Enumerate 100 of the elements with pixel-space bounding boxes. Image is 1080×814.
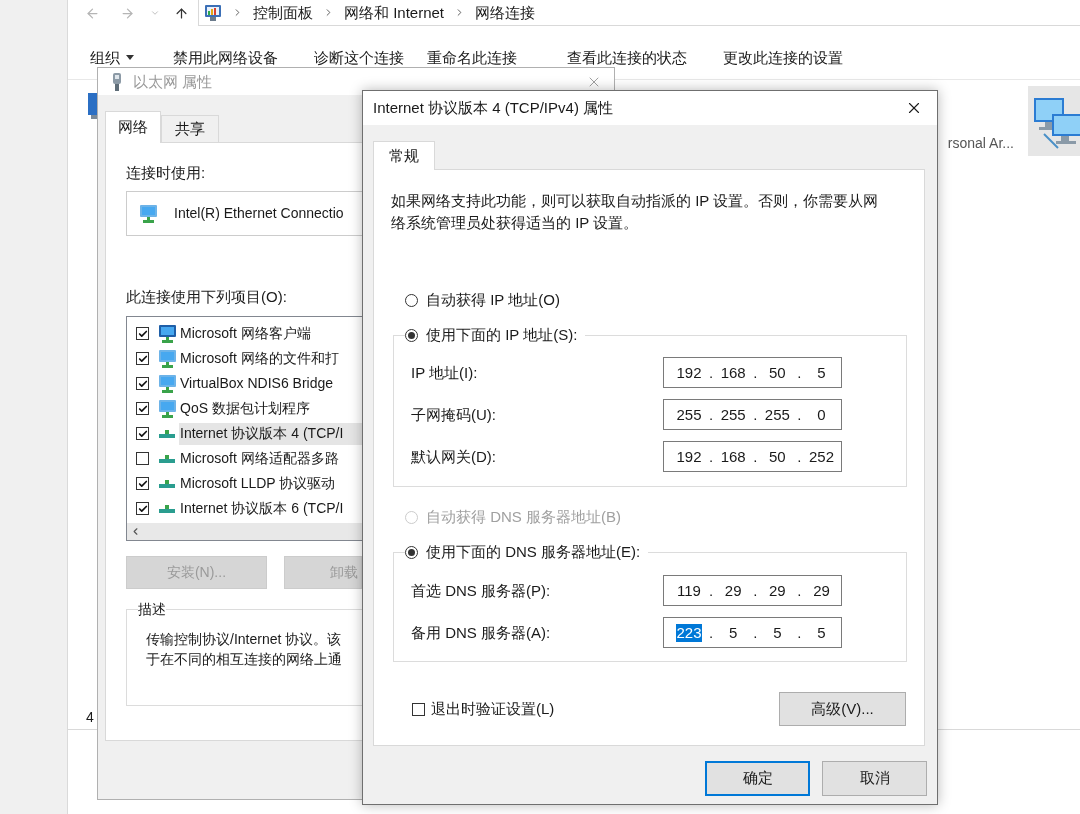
ip-address-field[interactable]: 192 . 168 . 50 . 5 <box>663 357 842 388</box>
tab[interactable]: 常规 <box>373 141 435 170</box>
dot-separator: . <box>753 581 758 600</box>
checkmark-icon <box>137 478 148 489</box>
dot-separator: . <box>797 363 802 382</box>
dot-separator: . <box>709 363 714 382</box>
ip-address-field[interactable]: 119 . 29 . 29 . 29 <box>663 575 842 606</box>
breadcrumb-link[interactable]: 网络连接 <box>475 3 536 22</box>
connection-name: rsonal Ar... <box>947 135 1014 152</box>
field-label: 默认网关(D): <box>411 447 497 466</box>
monitor-icon <box>157 323 177 344</box>
octet-text: 255 <box>720 405 746 424</box>
checkbox[interactable] <box>136 377 149 390</box>
breadcrumb-link[interactable]: 网络和 Internet <box>344 3 445 22</box>
dot-separator: . <box>753 447 758 466</box>
checkmark-icon <box>137 378 148 389</box>
monitor-icon <box>138 203 158 224</box>
dot-separator: . <box>797 623 802 642</box>
toolbar-button[interactable]: 重命名此连接 <box>427 49 517 66</box>
dot-separator: . <box>753 405 758 424</box>
toolbar-button[interactable]: 禁用此网络设备 <box>173 49 278 66</box>
octet-text: 29 <box>813 581 830 600</box>
dot-separator: . <box>797 405 802 424</box>
field-label: 首选 DNS 服务器(P): <box>411 581 552 600</box>
octet-text: 255 <box>676 405 702 424</box>
field-label: IP 地址(I): <box>411 363 479 382</box>
control-panel-icon <box>204 3 222 22</box>
ip-address-field[interactable]: 223 . 5 . 5 . 5 <box>663 617 842 648</box>
list-item[interactable]: Microsoft 网络客户端 <box>179 322 362 345</box>
list-item[interactable]: Microsoft 网络的文件和打 <box>179 347 362 370</box>
toolbar-button[interactable]: 组织 <box>90 49 134 66</box>
ip-address-field[interactable]: 255 . 255 . 255 . 0 <box>663 399 842 430</box>
monitor-icon <box>157 348 177 369</box>
octet-text: 5 <box>817 363 826 382</box>
dialog-button[interactable]: 确定 <box>705 761 810 796</box>
radio-button[interactable] <box>405 328 418 342</box>
octet-text: 168 <box>720 363 746 382</box>
monitor-icon <box>157 373 177 394</box>
toolbar-button[interactable]: 诊断这个连接 <box>314 49 404 66</box>
toolbar-button[interactable]: 更改此连接的设置 <box>723 49 843 66</box>
ip-address-field[interactable]: 192 . 168 . 50 . 252 <box>663 441 842 472</box>
list-item[interactable]: Internet 协议版本 6 (TCP/I <box>179 497 362 520</box>
list-item[interactable]: Internet 协议版本 4 (TCP/I <box>179 422 362 445</box>
radio-button[interactable] <box>405 545 418 559</box>
radio-button[interactable] <box>405 293 418 307</box>
checkbox[interactable] <box>136 402 149 415</box>
tab[interactable]: 网络 <box>105 111 161 143</box>
list-item[interactable]: QoS 数据包计划程序 <box>179 397 362 420</box>
checkbox[interactable] <box>136 427 149 440</box>
monitor-icon <box>157 398 177 419</box>
checkbox[interactable] <box>136 502 149 515</box>
checkbox[interactable] <box>136 327 149 340</box>
connector-icon <box>112 72 122 91</box>
breadcrumb-link[interactable]: 控制面板 <box>253 3 313 22</box>
checkbox[interactable] <box>136 452 149 465</box>
dot-separator: . <box>797 447 802 466</box>
tab[interactable]: 共享 <box>161 115 219 142</box>
octet-text: 192 <box>676 447 702 466</box>
octet-text: 252 <box>809 447 835 466</box>
list-item[interactable]: Microsoft LLDP 协议驱动 <box>179 472 362 495</box>
field-label: 备用 DNS 服务器(A): <box>411 623 552 642</box>
list-item[interactable]: VirtualBox NDIS6 Bridge <box>179 372 362 395</box>
instructions-text: 如果网络支持此功能，则可以获取自动指派的 IP 设置。否则，你需要从网络系统管理员处获得适当的 IP 设置。 <box>391 191 880 233</box>
octet-text: 29 <box>724 581 742 600</box>
octet-text: 50 <box>769 363 786 382</box>
dot-separator: . <box>753 623 758 642</box>
network-computers-icon[interactable] <box>1028 86 1080 156</box>
octet-text: 223 <box>676 623 702 642</box>
status-text: 4 <box>86 709 94 726</box>
dot-separator: . <box>753 363 758 382</box>
octet-text: 168 <box>720 447 746 466</box>
dot-separator: . <box>709 581 714 600</box>
advanced-button[interactable]: 高级(V)... <box>779 692 906 726</box>
horizontal-scrollbar[interactable] <box>127 523 362 540</box>
checkmark-icon <box>137 328 148 339</box>
field-label: 子网掩码(U): <box>411 405 497 424</box>
toolbar-button[interactable]: 查看此连接的状态 <box>567 49 687 66</box>
network-port-icon <box>159 504 175 513</box>
octet-text: 29 <box>769 581 786 600</box>
octet-text: 192 <box>676 363 702 382</box>
checkmark-icon <box>137 503 148 514</box>
checkbox[interactable] <box>412 702 425 716</box>
octet-text: 5 <box>729 623 738 642</box>
network-port-icon <box>159 479 175 488</box>
address-bar[interactable]: 控制面板 网络和 Internet 网络连接 <box>198 0 1080 26</box>
network-port-icon <box>159 454 175 463</box>
up-icon[interactable] <box>174 5 189 21</box>
radio-label[interactable]: 自动获得 IP 地址(O) <box>426 291 560 309</box>
network-port-icon <box>159 429 175 438</box>
checkbox[interactable] <box>136 477 149 490</box>
caret-icon <box>126 55 134 60</box>
list-item[interactable]: Microsoft 网络适配器多路 <box>179 447 362 470</box>
dialog-button[interactable]: 取消 <box>822 761 927 796</box>
checkbox[interactable] <box>136 352 149 365</box>
octet-text: 50 <box>769 447 786 466</box>
window-title: 以太网 属性 <box>133 72 213 91</box>
adapter-name: Intel(R) Ethernet Connectio <box>174 205 344 222</box>
checkbox-label[interactable]: 退出时验证设置(L) <box>431 700 555 718</box>
octet-text: 5 <box>817 623 826 642</box>
dot-separator: . <box>709 623 714 642</box>
